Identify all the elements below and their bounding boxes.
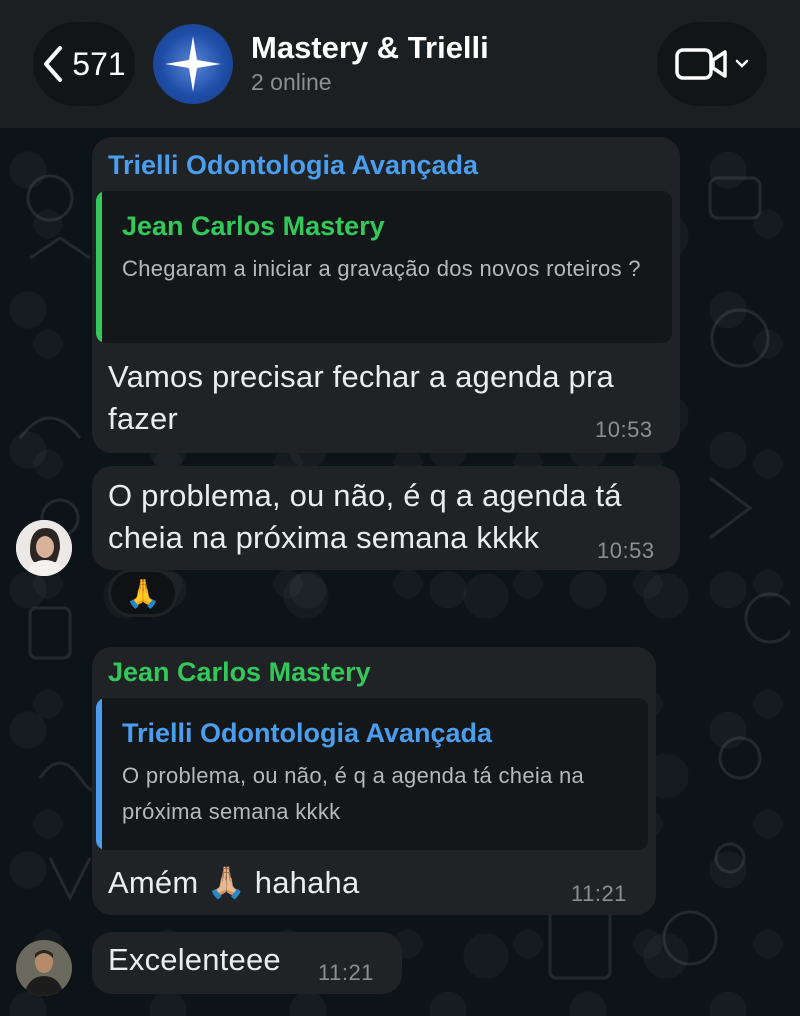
chevron-left-icon xyxy=(44,46,63,82)
avatar[interactable] xyxy=(16,520,72,576)
quote-text: O problema, ou não, é q a agenda tá chei… xyxy=(122,763,585,824)
message-time: 10:53 xyxy=(595,417,653,442)
message-time: 11:21 xyxy=(571,881,627,906)
video-camera-icon xyxy=(675,48,727,80)
chevron-down-icon xyxy=(735,59,749,68)
message-text: Amém 🙏🏼 hahaha xyxy=(108,865,360,900)
sender-name: Jean Carlos Mastery xyxy=(108,657,371,687)
reply-quote[interactable]: Jean Carlos Mastery Chegaram a iniciar a… xyxy=(96,191,672,343)
message-bubble[interactable]: Trielli Odontologia Avançada Jean Carlos… xyxy=(92,137,680,453)
message-time: 10:53 xyxy=(597,538,655,563)
woman-avatar-icon xyxy=(16,520,72,576)
group-avatar[interactable] xyxy=(153,24,233,104)
online-status: 2 online xyxy=(251,69,332,95)
reaction-badge[interactable]: 🙏 xyxy=(108,569,178,617)
sender-name: Trielli Odontologia Avançada xyxy=(108,150,479,180)
back-button[interactable]: 571 xyxy=(33,22,135,106)
star-logo-icon xyxy=(165,36,221,92)
chat-title[interactable]: Mastery & Trielli xyxy=(251,30,489,66)
message-text: Excelenteee xyxy=(108,942,281,977)
message-text: Vamos precisar fechar a agenda pra fazer xyxy=(108,359,614,436)
quote-text: Chegaram a iniciar a gravação dos novos … xyxy=(122,256,641,281)
message-time: 11:21 xyxy=(318,960,374,985)
quote-sender: Jean Carlos Mastery xyxy=(122,211,385,241)
quote-bar xyxy=(96,191,102,343)
reply-quote[interactable]: Trielli Odontologia Avançada O problema,… xyxy=(96,698,648,850)
unread-count: 571 xyxy=(72,45,126,82)
chat-header: 571 Mastery & Trielli 2 online xyxy=(0,0,800,128)
quote-sender: Trielli Odontologia Avançada xyxy=(122,718,493,748)
message-text: O problema, ou não, é q a agenda tá chei… xyxy=(108,478,622,555)
message-bubble[interactable]: Jean Carlos Mastery Trielli Odontologia … xyxy=(92,647,656,915)
message-bubble[interactable]: O problema, ou não, é q a agenda tá chei… xyxy=(92,466,680,570)
video-call-button[interactable] xyxy=(657,22,767,106)
message-bubble[interactable]: Excelenteee 11:21 xyxy=(92,932,402,994)
avatar[interactable] xyxy=(16,940,72,996)
man-avatar-icon xyxy=(16,940,72,996)
quote-bar xyxy=(96,698,102,850)
